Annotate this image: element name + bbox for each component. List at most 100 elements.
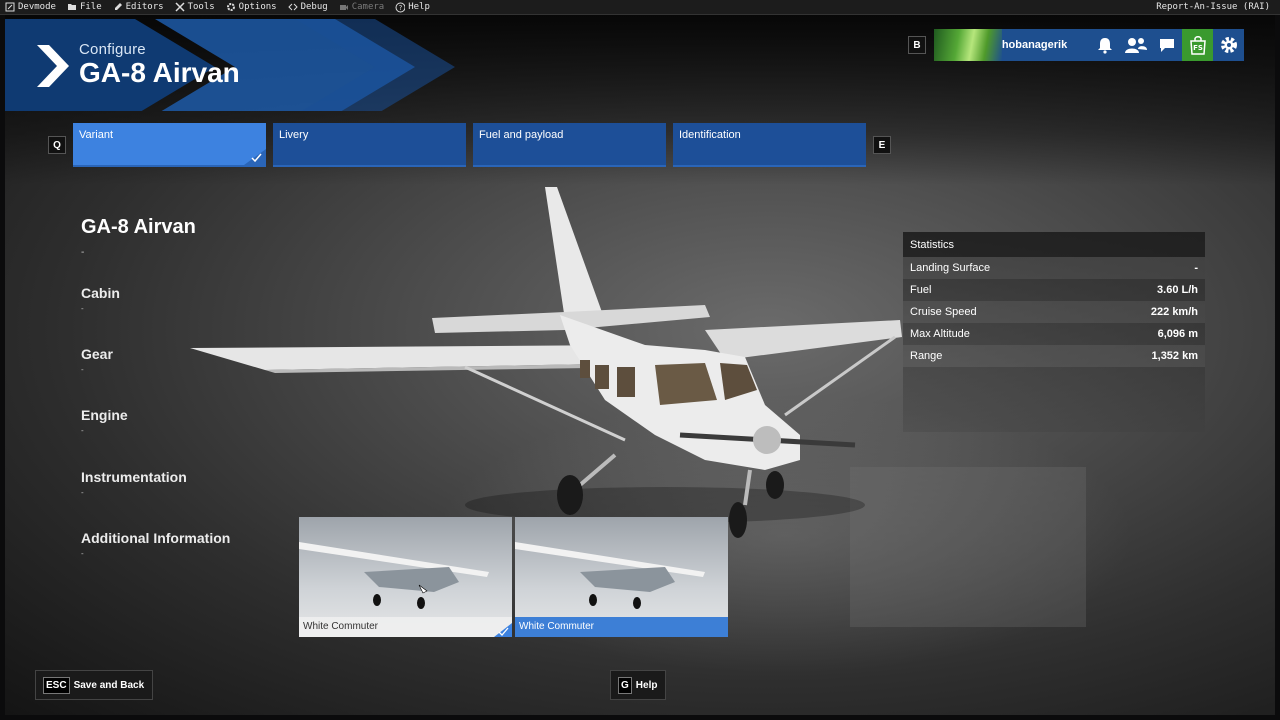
stat-value: - (1194, 262, 1198, 274)
folder-icon (67, 2, 77, 12)
next-tab-key[interactable]: E (873, 136, 891, 154)
menu-help[interactable]: ? Help (390, 0, 436, 15)
tab-fuel-and-payload-label: Fuel and payload (479, 129, 564, 141)
section-instrumentation: Instrumentation (81, 469, 187, 485)
menu-camera[interactable]: Camera (334, 0, 391, 15)
gear-icon (226, 2, 236, 12)
stat-value: 3.60 L/h (1157, 284, 1198, 296)
chat-icon (1159, 39, 1174, 52)
user-bar: hobanagerik FS (934, 29, 1244, 61)
tab-livery[interactable]: Livery (273, 123, 466, 167)
marketplace-button[interactable]: FS (1182, 29, 1213, 61)
pencil-icon (113, 2, 123, 12)
livery-card[interactable]: White Commuter (515, 517, 728, 637)
shopping-bag-icon: FS (1189, 36, 1206, 55)
menu-options[interactable]: Options (221, 0, 283, 15)
camera-icon (339, 2, 349, 12)
menu-editors[interactable]: Editors (108, 0, 170, 15)
section-gear: Gear (81, 346, 113, 362)
stat-row: Range 1,352 km (903, 345, 1205, 367)
section-gear-value: - (81, 365, 84, 374)
stat-value: 222 km/h (1150, 306, 1198, 318)
stat-label: Landing Surface (910, 262, 991, 274)
settings-button[interactable] (1213, 29, 1244, 61)
aircraft-value: - (81, 247, 85, 258)
tab-identification-label: Identification (679, 129, 741, 141)
livery-thumbnail (299, 542, 489, 609)
tab-variant-label: Variant (79, 129, 114, 141)
menu-debug-label: Debug (300, 2, 328, 12)
section-cabin-value: - (81, 304, 84, 313)
section-cabin: Cabin (81, 285, 120, 301)
chevron-right-icon (37, 45, 69, 87)
menu-debug[interactable]: Debug (283, 0, 334, 15)
stat-value: 6,096 m (1157, 328, 1198, 340)
menu-file[interactable]: File (62, 0, 108, 15)
menu-help-label: Help (408, 2, 430, 12)
stat-label: Cruise Speed (910, 306, 977, 318)
devmode-icon (5, 2, 15, 12)
stat-label: Fuel (910, 284, 932, 296)
stat-row: Cruise Speed 222 km/h (903, 301, 1205, 323)
save-and-back-label: Save and Back (73, 679, 145, 691)
prev-tab-key[interactable]: Q (48, 136, 66, 154)
report-an-issue-label: Report-An-Issue (RAI) (1156, 2, 1270, 12)
username[interactable]: hobanagerik (1002, 39, 1089, 51)
page-title: GA-8 Airvan (79, 57, 240, 88)
tab-fuel-and-payload[interactable]: Fuel and payload (473, 123, 666, 167)
avatar[interactable] (934, 29, 1002, 61)
check-icon (244, 149, 266, 165)
notifications-button[interactable] (1089, 29, 1120, 61)
tools-icon (175, 2, 185, 12)
menu-tools[interactable]: Tools (170, 0, 221, 15)
friends-button[interactable] (1120, 29, 1151, 61)
statistics-panel: Statistics Landing Surface - Fuel 3.60 L/h… (903, 232, 1205, 432)
report-an-issue-button[interactable]: Report-An-Issue (RAI) (1151, 0, 1280, 15)
section-instrumentation-value: - (81, 488, 84, 497)
menu-devmode-label: Devmode (18, 2, 56, 12)
menu-devmode[interactable]: Devmode (0, 0, 62, 15)
stat-row: Max Altitude 6,096 m (903, 323, 1205, 345)
friends-icon (1124, 38, 1147, 53)
save-and-back-button[interactable]: ESC Save and Back (35, 670, 154, 700)
section-additional-information-value: - (81, 549, 84, 558)
code-icon (287, 2, 298, 12)
stat-row: Landing Surface - (903, 257, 1205, 279)
section-engine: Engine (81, 407, 128, 423)
configure-viewport: Configure GA-8 Airvan B hobanagerik FS Q… (5, 15, 1275, 715)
menu-camera-label: Camera (351, 2, 385, 12)
stat-value: 1,352 km (1151, 350, 1198, 362)
bell-icon (1097, 38, 1112, 54)
user-key-hint: B (908, 36, 926, 54)
help-button[interactable]: G Help (610, 670, 667, 700)
aircraft-name: GA-8 Airvan (81, 216, 196, 238)
check-icon (494, 623, 512, 637)
menu-file-label: File (79, 2, 102, 12)
tab-variant[interactable]: Variant (73, 123, 266, 167)
livery-card[interactable]: White Commuter (299, 517, 512, 637)
livery-thumbnail (515, 542, 705, 609)
svg-text:FS: FS (1193, 44, 1203, 52)
header-chevron-banner (5, 19, 455, 111)
stat-row: Fuel 3.60 L/h (903, 279, 1205, 301)
section-engine-value: - (81, 426, 84, 435)
menu-options-label: Options (238, 2, 277, 12)
tab-identification[interactable]: Identification (673, 123, 866, 167)
livery-card-label: White Commuter (515, 617, 728, 637)
tab-livery-label: Livery (279, 129, 309, 141)
messages-button[interactable] (1151, 29, 1182, 61)
header-title-block: Configure GA-8 Airvan (79, 41, 240, 89)
gear-icon (1220, 37, 1237, 53)
dev-menubar: Devmode File Editors Tools Options Debug… (0, 0, 1280, 15)
question-icon: ? (395, 2, 406, 12)
statistics-title: Statistics (903, 232, 1205, 257)
livery-card-label: White Commuter (299, 617, 512, 637)
section-additional-information: Additional Information (81, 530, 231, 546)
stat-label: Range (910, 350, 943, 362)
g-key-hint: G (618, 676, 632, 694)
svg-text:?: ? (399, 4, 403, 12)
menu-tools-label: Tools (187, 2, 215, 12)
help-label: Help (635, 679, 658, 691)
header-subtitle: Configure (79, 41, 146, 58)
menu-editors-label: Editors (125, 2, 164, 12)
